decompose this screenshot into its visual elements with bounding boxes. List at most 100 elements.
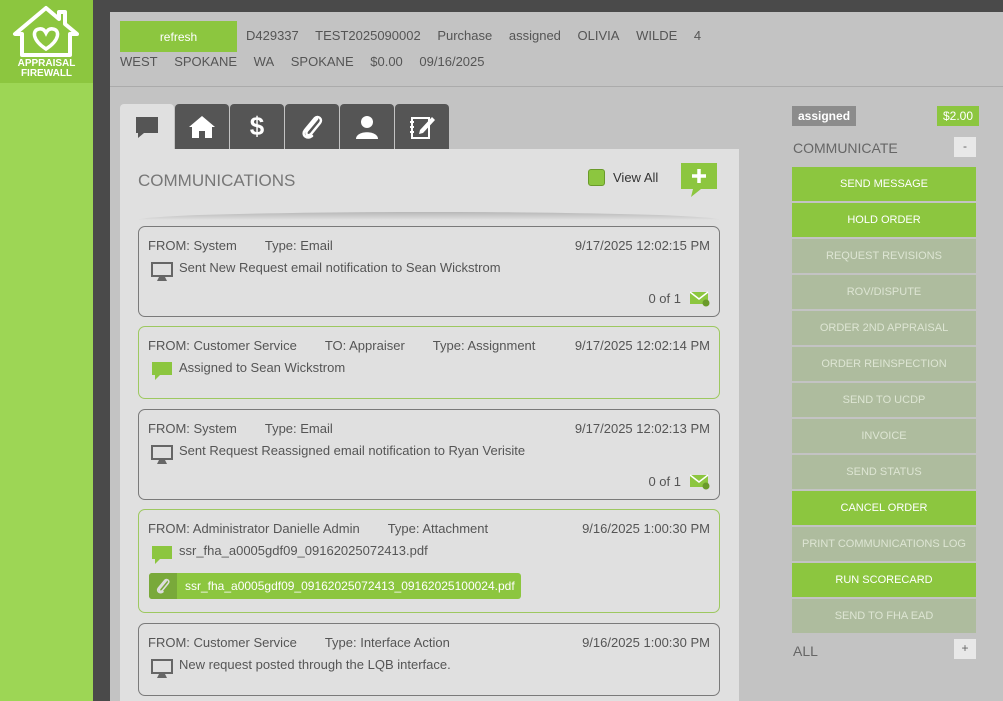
house-heart-icon [13,6,79,57]
message-date: 9/17/2025 12:02:14 PM [574,338,710,353]
loan-purpose: Purchase [437,28,493,43]
tab-communications[interactable] [120,104,174,149]
cancel-order-button[interactable]: CANCEL ORDER [792,491,976,525]
print-communications-log-button[interactable]: PRINT COMMUNICATIONS LOG [792,527,976,561]
read-count: 0 of 1 [648,474,681,489]
communications-panel: COMMUNICATIONS View All FROM: System Type… [120,149,739,701]
message-type: Type: Attachment [387,521,489,536]
divider [138,212,720,220]
notepad-icon [410,116,435,139]
person-icon [356,115,378,139]
message-text: Assigned to Sean Wickstrom [179,360,346,375]
collapse-communicate-button[interactable]: - [954,137,976,157]
order-id: D429337 [246,28,299,43]
tab-notes[interactable] [395,104,449,149]
message-type: Type: Email [264,421,333,436]
message-from: FROM: System [148,421,237,436]
message-text: New request posted through the LQB inter… [179,657,451,672]
message-from: FROM: System [148,238,237,253]
send-status-button[interactable]: SEND STATUS [792,455,976,489]
order-tabs: $ [120,104,450,149]
message-item[interactable]: FROM: System Type: Email 9/17/2025 12:02:… [138,409,720,500]
paperclip-icon [302,115,323,139]
brand-logo[interactable]: APPRAISAL FIREWALL [0,0,93,83]
status-badge: assigned [792,106,857,126]
view-all-toggle[interactable]: View All [588,169,658,186]
message-type: Type: Email [264,238,333,253]
all-section-title: ALL [793,643,818,659]
monitor-icon [151,659,173,678]
paperclip-icon [149,573,177,599]
message-from: FROM: Customer Service [148,635,297,650]
borrower-last-name: WILDE [636,28,678,43]
action-list: SEND MESSAGE HOLD ORDER REQUEST REVISIONS R… [792,167,976,635]
message-item[interactable]: FROM: Customer Service TO: Appraiser Type:… [138,326,720,399]
expand-all-button[interactable]: + [954,639,976,659]
rov-dispute-button[interactable]: ROV/DISPUTE [792,275,976,309]
left-sidebar: APPRAISAL FIREWALL [0,0,93,701]
message-item[interactable]: FROM: Administrator Danielle Admin Type: … [138,509,720,613]
send-message-button[interactable]: SEND MESSAGE [792,167,976,201]
message-item[interactable]: FROM: System Type: Email 9/17/2025 12:02:… [138,226,720,317]
order-header: refresh D429337 TEST2025090002 Purchase … [110,12,1003,87]
monitor-icon [151,262,173,281]
chat-icon [152,546,172,564]
message-type: Type: Assignment [432,338,536,353]
message-type: Type: Interface Action [324,635,450,650]
read-count: 0 of 1 [648,291,681,306]
message-from: FROM: Customer Service [148,338,297,353]
tab-billing[interactable]: $ [230,104,284,149]
communicate-section-title: COMMUNICATE [793,140,898,156]
refresh-button[interactable]: refresh [120,21,237,52]
region: WEST [120,54,158,69]
order-count: 4 [693,28,702,43]
message-from: FROM: Administrator Danielle Admin [148,521,360,536]
message-to: TO: Appraiser [324,338,405,353]
message-text: ssr_fha_a0005gdf09_09162025072413.pdf [179,543,428,558]
state: WA [253,54,275,69]
order-info-line2: WEST SPOKANE WA SPOKANE $0.00 09/16/2025 [120,54,498,69]
order-info-line1: D429337 TEST2025090002 Purchase assigned… [246,28,714,43]
view-all-checkbox[interactable] [588,169,605,186]
dollar-icon: $ [249,111,265,141]
loan-number: TEST2025090002 [315,28,421,43]
city: SPOKANE [174,54,238,69]
chat-icon [152,362,172,380]
send-to-ucdp-button[interactable]: SEND TO UCDP [792,383,976,417]
order-reinspection-button[interactable]: ORDER REINSPECTION [792,347,976,381]
request-revisions-button[interactable]: REQUEST REVISIONS [792,239,976,273]
brand-line2: FIREWALL [20,68,73,79]
county: SPOKANE [290,54,354,69]
order-status: assigned [508,28,561,43]
envelope-icon[interactable] [690,291,710,307]
add-message-button[interactable] [679,161,719,199]
tab-property[interactable] [175,104,229,149]
message-text: Sent New Request email notification to S… [179,260,501,275]
order-2nd-appraisal-button[interactable]: ORDER 2ND APPRAISAL [792,311,976,345]
envelope-icon[interactable] [690,474,710,490]
price-badge: $2.00 [937,106,980,126]
view-all-label: View All [613,170,659,185]
message-text: Sent Request Reassigned email notificati… [179,443,526,458]
message-item[interactable]: FROM: Customer Service Type: Interface Ac… [138,623,720,696]
chat-icon [136,116,158,138]
main-area: refresh D429337 TEST2025090002 Purchase … [110,12,1003,701]
home-icon [189,115,215,138]
monitor-icon [151,445,173,464]
amount: $0.00 [370,54,403,69]
message-date: 9/16/2025 1:00:30 PM [582,521,710,536]
tab-contacts[interactable] [340,104,394,149]
attachment-link[interactable]: ssr_fha_a0005gdf09_09162025072413_091620… [149,573,521,599]
run-scorecard-button[interactable]: RUN SCORECARD [792,563,976,597]
send-to-fha-ead-button[interactable]: SEND TO FHA EAD [792,599,976,633]
message-date: 9/17/2025 12:02:15 PM [574,238,710,253]
hold-order-button[interactable]: HOLD ORDER [792,203,976,237]
message-date: 9/16/2025 1:00:30 PM [582,635,710,650]
message-date: 9/17/2025 12:02:13 PM [574,421,710,436]
order-date: 09/16/2025 [419,54,485,69]
tab-attachments[interactable] [285,104,339,149]
borrower-first-name: OLIVIA [577,28,620,43]
invoice-button[interactable]: INVOICE [792,419,976,453]
panel-title: COMMUNICATIONS [138,171,296,190]
attachment-filename: ssr_fha_a0005gdf09_09162025072413_091620… [185,579,515,593]
